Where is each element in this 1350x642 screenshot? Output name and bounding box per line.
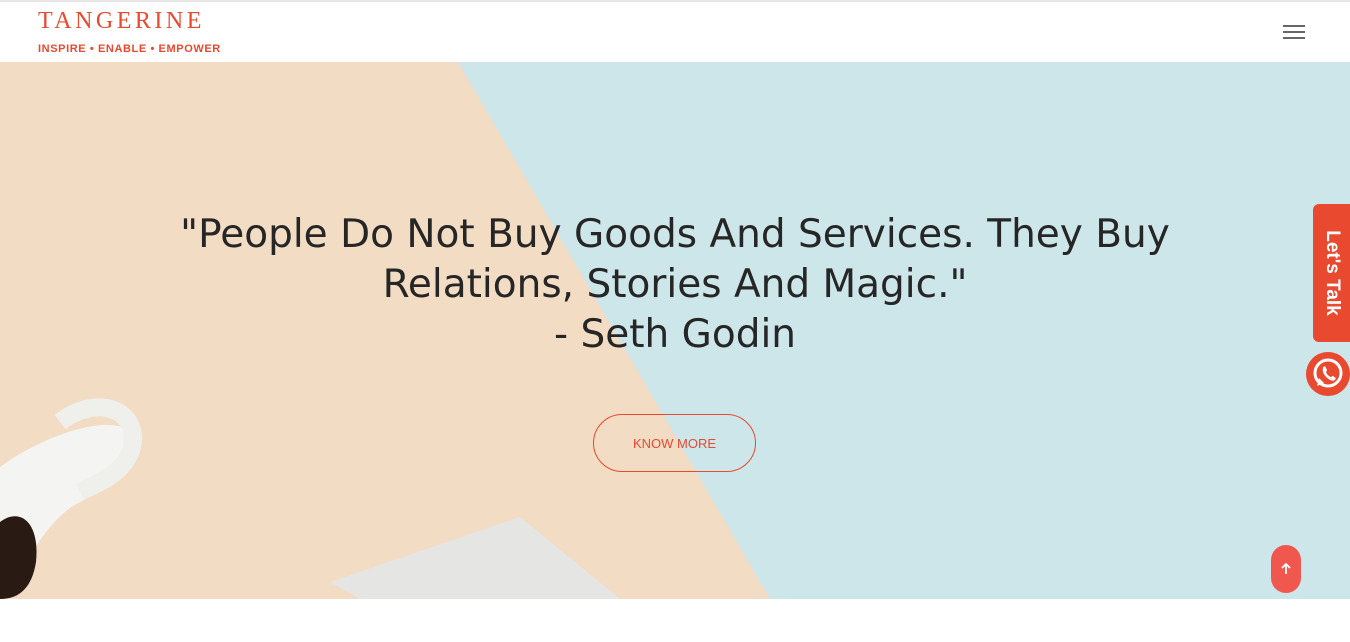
hero-quote: "People Do Not Buy Goods And Services. T… [100,210,1250,360]
quote-author: - Seth Godin [553,312,797,358]
menu-line [1283,31,1305,33]
logo-tagline: INSPIRE • ENABLE • EMPOWER [38,43,221,55]
scroll-to-top-button[interactable] [1271,545,1301,593]
hamburger-menu-icon[interactable] [1281,22,1307,42]
menu-line [1283,25,1305,27]
arrow-up-icon [1281,562,1291,574]
logo[interactable]: TANGERINE INSPIRE • ENABLE • EMPOWER [38,7,221,56]
lets-talk-label: Let's Talk [1321,230,1343,316]
navbar: TANGERINE INSPIRE • ENABLE • EMPOWER [0,2,1350,62]
whatsapp-glyph [1313,358,1343,388]
lets-talk-tab[interactable]: Let's Talk [1313,204,1350,342]
know-more-button[interactable]: KNOW MORE [593,414,756,472]
quote-line-1: "People Do Not Buy Goods And Services. T… [180,212,1170,258]
whatsapp-icon[interactable] [1306,352,1350,396]
menu-line [1283,37,1305,39]
quote-line-2: Relations, Stories And Magic." [382,262,968,308]
hero-banner: "People Do Not Buy Goods And Services. T… [0,62,1350,599]
logo-name: TANGERINE [38,8,205,34]
